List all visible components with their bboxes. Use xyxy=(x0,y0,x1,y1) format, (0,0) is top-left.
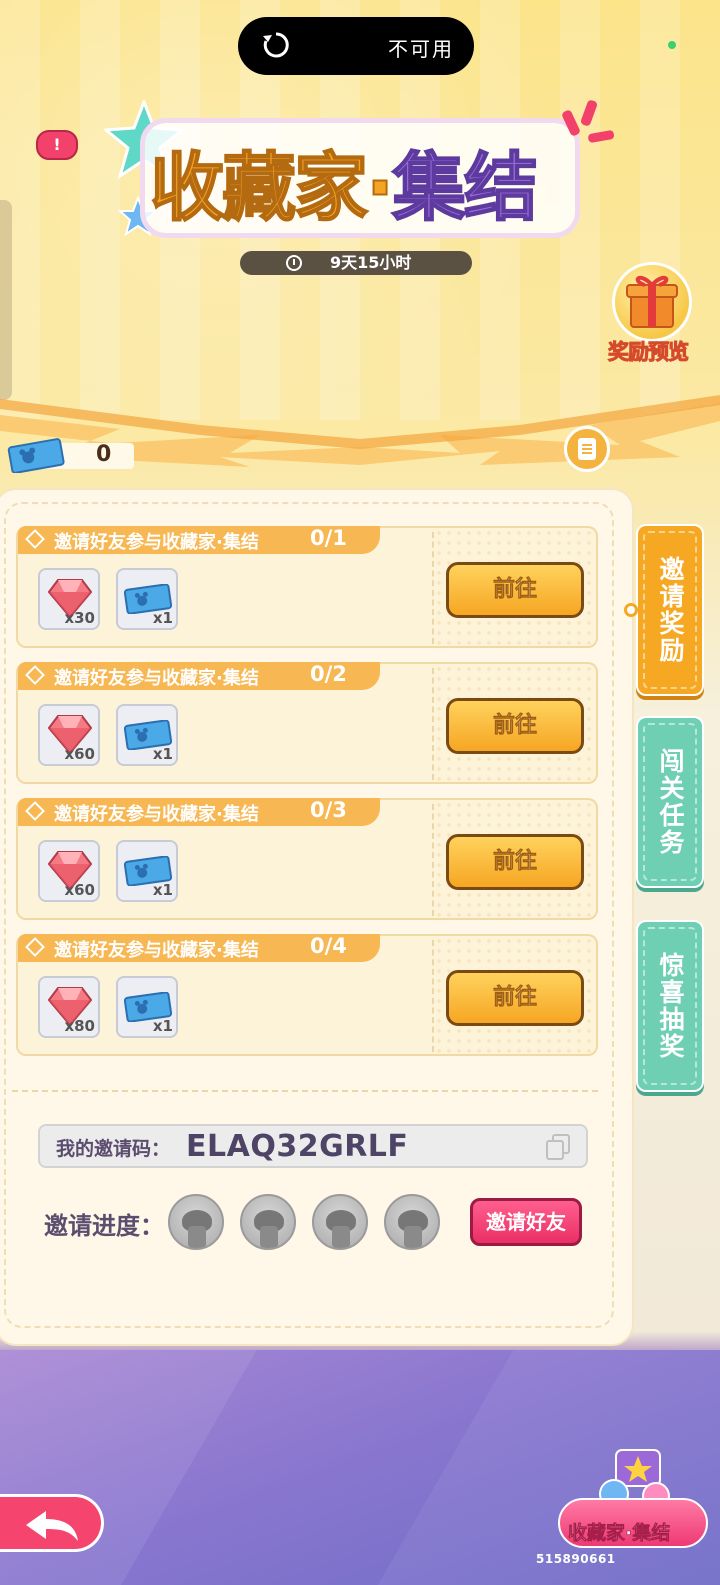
reward-preview-button[interactable]: 奖励预览 xyxy=(598,258,696,365)
sparkle-icon xyxy=(562,100,615,143)
tab-connector xyxy=(624,603,638,617)
ticket-quantity: x1 xyxy=(152,609,173,627)
go-button[interactable]: 前往 xyxy=(446,970,584,1026)
invite-slot xyxy=(168,1194,224,1250)
diamond-icon xyxy=(25,801,45,821)
gem-quantity: x60 xyxy=(64,881,95,899)
back-button[interactable] xyxy=(0,1494,104,1552)
ticket-counter: 0 xyxy=(0,437,140,473)
left-edge-handle xyxy=(0,200,12,400)
ticket-reward[interactable]: x1 xyxy=(116,976,178,1038)
invite-slot xyxy=(384,1194,440,1250)
ticket-icon xyxy=(7,438,65,473)
invite-code: ELAQ32GRLF xyxy=(186,1129,409,1164)
task-progress: 0/2 xyxy=(310,662,347,686)
go-button[interactable]: 前往 xyxy=(446,562,584,618)
gem-quantity: x30 xyxy=(64,609,95,627)
invite-progress-label: 邀请进度： xyxy=(44,1212,164,1240)
invite-code-label: 我的邀请码： xyxy=(56,1138,171,1160)
back-arrow-icon xyxy=(26,1511,78,1541)
user-id: 515890661 xyxy=(536,1552,616,1566)
ticket-reward[interactable]: x1 xyxy=(116,568,178,630)
log-button[interactable] xyxy=(564,426,610,472)
status-text: 不可用 xyxy=(388,37,454,61)
task-label: 邀请好友参与收藏家·集结 xyxy=(54,940,259,961)
ticket-reward[interactable]: x1 xyxy=(116,704,178,766)
tab-level-tasks[interactable]: 闯关任务 xyxy=(636,716,704,888)
event-badge[interactable]: 收藏家·集结 xyxy=(556,1448,716,1552)
invite-friends-button[interactable]: 邀请好友 xyxy=(470,1198,582,1246)
refresh-icon xyxy=(263,32,289,58)
copy-icon[interactable] xyxy=(546,1134,572,1160)
tab-label: 闯关任务 xyxy=(656,748,685,856)
ticket-quantity: x1 xyxy=(152,745,173,763)
tab-label: 邀请奖励 xyxy=(656,556,685,664)
task-card: 邀请好友参与收藏家·集结 0/4 x80 x1 前往 xyxy=(16,934,598,1056)
status-pill: 不可用 xyxy=(238,17,474,75)
go-button[interactable]: 前往 xyxy=(446,834,584,890)
divider xyxy=(12,1090,598,1092)
gift-icon xyxy=(612,262,692,342)
gem-quantity: x60 xyxy=(64,745,95,763)
task-progress: 0/3 xyxy=(310,798,347,822)
task-progress: 0/4 xyxy=(310,934,347,958)
gem-reward[interactable]: x30 xyxy=(38,568,100,630)
tab-surprise-draw[interactable]: 惊喜抽奖 xyxy=(636,920,704,1092)
countdown-timer: 9天15小时 xyxy=(240,251,472,275)
task-card: 邀请好友参与收藏家·集结 0/1 x30 x1 前往 xyxy=(16,526,598,648)
reward-preview-label: 奖励预览 xyxy=(608,340,690,365)
gem-reward[interactable]: x60 xyxy=(38,704,100,766)
diamond-icon xyxy=(25,529,45,549)
invite-slot xyxy=(312,1194,368,1250)
task-progress: 0/1 xyxy=(310,526,347,550)
invite-code-box: 我的邀请码： ELAQ32GRLF xyxy=(38,1124,588,1168)
status-dot xyxy=(668,41,676,49)
tab-invite-rewards[interactable]: 邀请奖励 xyxy=(636,524,704,696)
task-label: 邀请好友参与收藏家·集结 xyxy=(54,804,259,825)
gem-quantity: x80 xyxy=(64,1017,95,1035)
task-card: 邀请好友参与收藏家·集结 0/2 x60 x1 前往 xyxy=(16,662,598,784)
ticket-quantity: x1 xyxy=(152,881,173,899)
clock-icon xyxy=(286,255,302,271)
invite-slot xyxy=(240,1194,296,1250)
alert-badge[interactable]: ! xyxy=(36,130,78,160)
task-card: 邀请好友参与收藏家·集结 0/3 x60 x1 前往 xyxy=(16,798,598,920)
event-title: 收藏家·集结 xyxy=(149,144,539,232)
gem-reward[interactable]: x80 xyxy=(38,976,100,1038)
countdown-text: 9天15小时 xyxy=(330,253,412,272)
gem-reward[interactable]: x60 xyxy=(38,840,100,902)
ticket-quantity: x1 xyxy=(152,1017,173,1035)
task-label: 邀请好友参与收藏家·集结 xyxy=(54,668,259,689)
tab-label: 惊喜抽奖 xyxy=(656,952,685,1060)
go-button[interactable]: 前往 xyxy=(446,698,584,754)
diamond-icon xyxy=(25,665,45,685)
ticket-count: 0 xyxy=(96,442,112,467)
event-badge-label: 收藏家·集结 xyxy=(568,1522,671,1545)
ticket-reward[interactable]: x1 xyxy=(116,840,178,902)
task-label: 邀请好友参与收藏家·集结 xyxy=(54,532,259,553)
diamond-icon xyxy=(25,937,45,957)
